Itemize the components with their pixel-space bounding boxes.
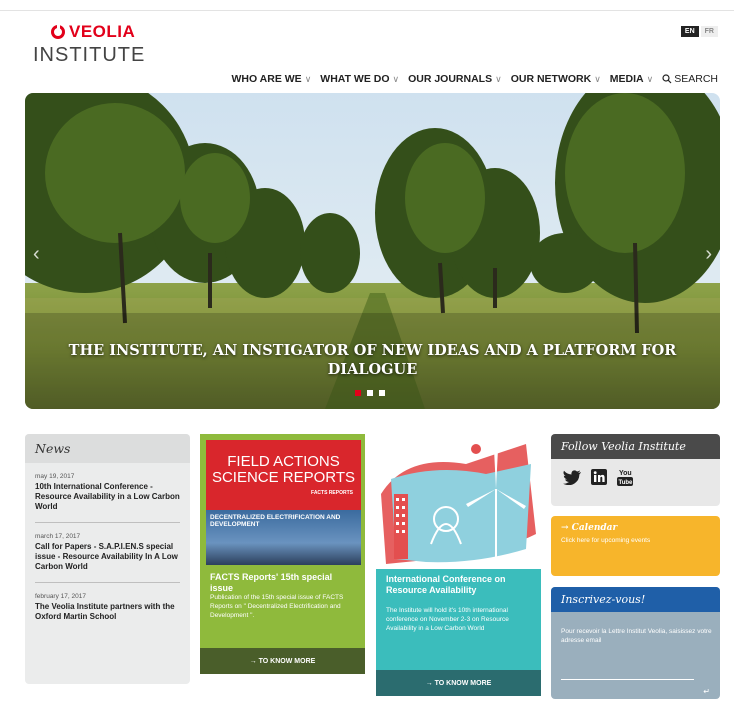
newsletter-text: Pour recevoir la Lettre Institut Veolia,…: [561, 628, 712, 644]
carousel-next-icon[interactable]: ›: [705, 243, 712, 266]
facts-title: FACTS Reports' 15th special issue: [210, 572, 333, 593]
conference-title: International Conference on Resource Ava…: [386, 574, 506, 595]
youtube-icon[interactable]: You Tube: [617, 468, 633, 486]
facts-cover-title: FIELD ACTIONS SCIENCE REPORTS: [211, 453, 356, 486]
veolia-institute-logo[interactable]: VEOLIA INSTITUTE: [33, 22, 145, 67]
facts-cover-badge: FACTS REPORTS: [311, 490, 353, 496]
nav-our-network[interactable]: OUR NETWORK ∨: [511, 73, 601, 85]
nav-media[interactable]: MEDIA ∨: [610, 73, 653, 85]
submit-arrow-icon[interactable]: ↵: [703, 687, 710, 696]
newsletter-heading: Inscrivez-vous!: [551, 587, 720, 612]
hero-carousel: ‹ › THE INSTITUTE, AN INSTIGATOR OF NEW …: [25, 93, 720, 409]
carousel-dot-1[interactable]: [355, 390, 361, 396]
news-item[interactable]: february 17, 2017 The Veolia Institute p…: [35, 583, 180, 632]
calendar-title: → Calendar: [561, 523, 618, 533]
news-title[interactable]: The Veolia Institute partners with the O…: [35, 602, 180, 622]
chevron-down-icon: ∨: [495, 74, 502, 84]
main-nav: WHO ARE WE ∨ WHAT WE DO ∨ OUR JOURNALS ∨ OU…: [231, 73, 718, 85]
news-date: february 17, 2017: [35, 593, 86, 600]
lang-fr[interactable]: FR: [700, 26, 718, 37]
chevron-down-icon: ∨: [392, 74, 400, 84]
nav-what-we-do[interactable]: WHAT WE DO ∨: [320, 73, 399, 85]
twitter-icon[interactable]: [563, 469, 581, 485]
social-links: You Tube: [551, 459, 720, 495]
conference-text: The Institute will hold it's 10th intern…: [386, 607, 509, 632]
logo-institute: INSTITUTE: [33, 44, 146, 66]
search-icon: [662, 74, 672, 84]
chevron-down-icon: ∨: [304, 74, 312, 84]
facts-cover-subtitle: DECENTRALIZED ELECTRIFICATION AND DEVELO…: [210, 514, 341, 528]
facts-know-more-button[interactable]: → TO KNOW MORE: [200, 648, 365, 674]
news-item[interactable]: may 19, 2017 10th International Conferen…: [35, 463, 180, 523]
svg-text:Tube: Tube: [619, 480, 634, 486]
chevron-down-icon: ∨: [594, 74, 601, 84]
conference-know-more-button[interactable]: → TO KNOW MORE: [376, 670, 541, 696]
calendar-subtitle: Click here for upcoming events: [561, 537, 651, 544]
linkedin-icon[interactable]: [591, 469, 607, 485]
carousel-dot-2[interactable]: [367, 390, 373, 396]
svg-text:You: You: [619, 470, 632, 477]
conference-card[interactable]: International Conference on Resource Ava…: [376, 434, 541, 696]
nav-search[interactable]: SEARCH: [662, 73, 718, 85]
news-heading: News: [25, 434, 190, 463]
top-divider: [0, 10, 734, 11]
conference-illustration: [376, 434, 541, 569]
carousel-dots: [355, 390, 385, 396]
news-title[interactable]: Call for Papers - S.A.P.I.EN.S special i…: [35, 542, 180, 572]
chevron-down-icon: ∨: [646, 74, 654, 84]
lang-en[interactable]: EN: [680, 26, 699, 37]
news-date: march 17, 2017: [35, 533, 81, 540]
hero-title: THE INSTITUTE, AN INSTIGATOR OF NEW IDEA…: [68, 342, 677, 378]
language-switcher: EN FR: [680, 26, 718, 37]
facts-text: Publication of the 15th special issue of…: [210, 594, 344, 619]
carousel-prev-icon[interactable]: ‹: [33, 243, 40, 266]
logo-brand: VEOLIA: [69, 22, 136, 41]
news-date: may 19, 2017: [35, 473, 75, 480]
calendar-panel[interactable]: → Calendar Click here for upcoming event…: [551, 516, 720, 576]
follow-heading: Follow Veolia Institute: [551, 434, 720, 459]
news-title[interactable]: 10th International Conference - Resource…: [35, 482, 180, 512]
nav-who-are-we[interactable]: WHO ARE WE ∨: [231, 73, 311, 85]
follow-panel: Follow Veolia Institute You Tube: [551, 434, 720, 506]
news-panel: News may 19, 2017 10th International Con…: [25, 434, 190, 684]
newsletter-panel: Inscrivez-vous! Pour recevoir la Lettre …: [551, 587, 720, 699]
facts-card[interactable]: FIELD ACTIONS SCIENCE REPORTS FACTS REPO…: [200, 434, 365, 674]
email-input[interactable]: [561, 679, 694, 680]
facts-cover-image: FIELD ACTIONS SCIENCE REPORTS FACTS REPO…: [206, 440, 361, 565]
carousel-dot-3[interactable]: [379, 390, 385, 396]
news-item[interactable]: march 17, 2017 Call for Papers - S.A.P.I…: [35, 523, 180, 583]
veolia-logo-icon: [51, 23, 65, 39]
nav-our-journals[interactable]: OUR JOURNALS ∨: [408, 73, 502, 85]
